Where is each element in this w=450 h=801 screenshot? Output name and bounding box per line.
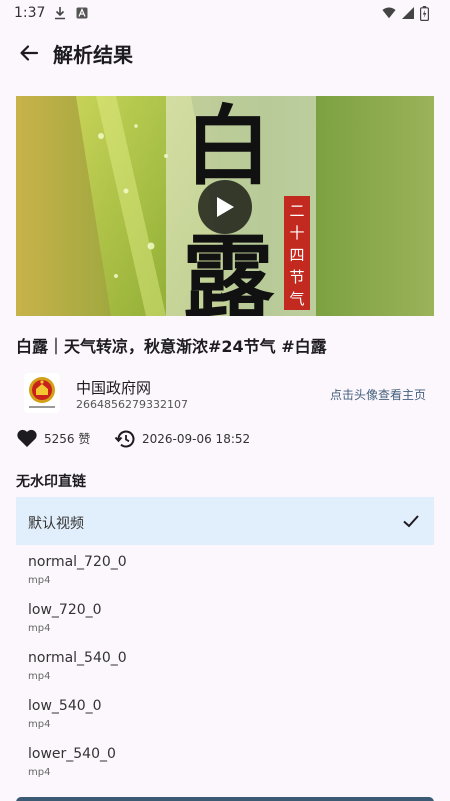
link-list: 默认视频 normal_720_0 mp4 low_720_0 mp4 norm… xyxy=(16,497,434,785)
download-icon xyxy=(53,6,67,20)
history-icon xyxy=(114,430,135,448)
heart-icon xyxy=(17,429,37,447)
video-player[interactable]: 白 露 二 十 四 节 气 xyxy=(16,96,434,316)
publish-time: 2026-09-06 18:52 xyxy=(142,432,251,446)
play-icon xyxy=(217,197,234,217)
svg-text:气: 气 xyxy=(289,290,304,308)
author-id: 2664856279332107 xyxy=(76,398,188,411)
link-name: lower_540_0 xyxy=(28,746,116,762)
link-format: mp4 xyxy=(28,623,51,634)
emblem-icon xyxy=(29,377,55,408)
likes-count: 5256 赞 xyxy=(44,431,91,446)
status-left: 1:37 xyxy=(14,5,89,21)
svg-text:节: 节 xyxy=(289,268,304,286)
link-name: normal_540_0 xyxy=(28,650,127,666)
link-name: low_720_0 xyxy=(28,602,102,618)
page-title: 解析结果 xyxy=(53,42,133,67)
app-bar: 解析结果 xyxy=(0,26,450,80)
check-icon xyxy=(403,515,419,528)
wifi-icon xyxy=(382,6,396,20)
link-format: mp4 xyxy=(28,767,51,778)
link-item[interactable]: low_540_0 mp4 xyxy=(16,689,434,737)
battery-charging-icon xyxy=(420,6,434,21)
link-format: mp4 xyxy=(28,671,51,682)
author-row: 中国政府网 2664856279332107 点击头像查看主页 xyxy=(16,368,434,418)
bottom-action-button[interactable] xyxy=(16,797,434,801)
svg-text:四: 四 xyxy=(289,246,304,264)
svg-text:十: 十 xyxy=(289,224,304,242)
author-name: 中国政府网 xyxy=(76,379,152,397)
link-name: 默认视频 xyxy=(28,516,84,532)
app-notification-icon xyxy=(75,6,89,20)
status-time: 1:37 xyxy=(14,5,46,21)
link-item-default[interactable]: 默认视频 xyxy=(16,497,434,545)
link-name: low_540_0 xyxy=(28,698,102,714)
poster-title-char-2: 露 xyxy=(182,224,275,316)
link-item[interactable]: low_720_0 mp4 xyxy=(16,593,434,641)
author-avatar[interactable] xyxy=(24,373,60,413)
video-title: 白露｜天气转凉，秋意渐浓#24节气 #白露 xyxy=(16,337,327,356)
link-item[interactable]: normal_720_0 mp4 xyxy=(16,545,434,593)
play-button[interactable] xyxy=(198,180,252,234)
stats-row: 5256 赞 2026-09-06 18:52 xyxy=(16,428,434,454)
link-item[interactable]: normal_540_0 mp4 xyxy=(16,641,434,689)
section-label: 无水印直链 xyxy=(16,474,86,490)
status-bar: 1:37 xyxy=(0,0,450,26)
likes-stat: 5256 赞 xyxy=(16,428,90,448)
publish-time-stat: 2026-09-06 18:52 xyxy=(114,428,250,450)
link-format: mp4 xyxy=(28,575,51,586)
back-button[interactable] xyxy=(16,40,42,66)
link-item[interactable]: lower_540_0 mp4 xyxy=(16,737,434,785)
status-right xyxy=(382,6,434,21)
signal-icon xyxy=(401,6,415,20)
link-format: mp4 xyxy=(28,719,51,730)
arrow-back-icon xyxy=(20,45,39,61)
svg-text:二: 二 xyxy=(289,202,304,220)
link-name: normal_720_0 xyxy=(28,554,127,570)
view-profile-link[interactable]: 点击头像查看主页 xyxy=(330,386,426,403)
